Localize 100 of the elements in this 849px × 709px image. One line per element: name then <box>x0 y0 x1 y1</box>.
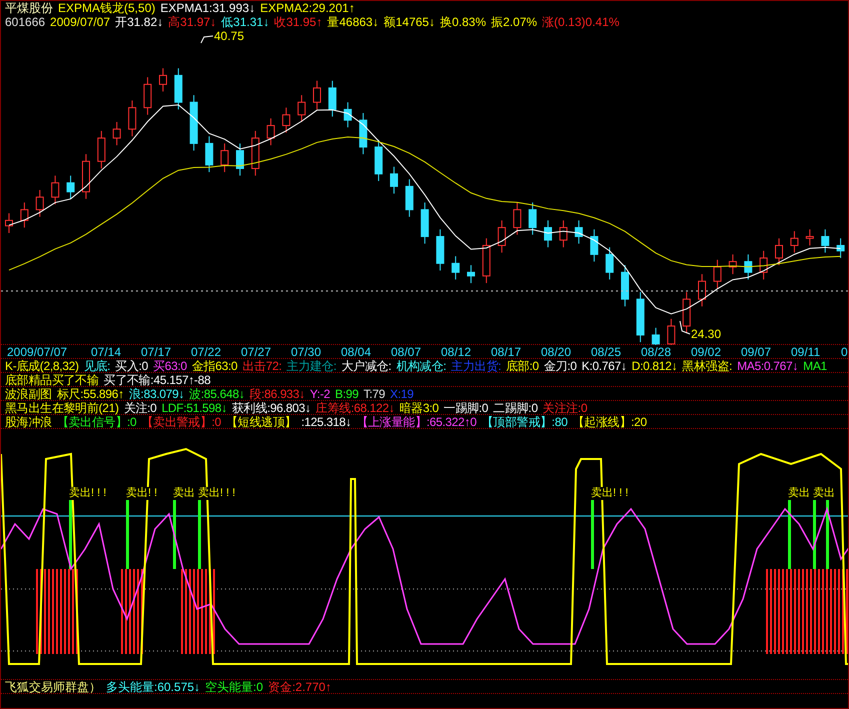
candlestick <box>713 259 722 289</box>
indicator-value: 主力建仓: <box>286 359 336 372</box>
candlestick <box>20 202 28 228</box>
indicator-value: 段:86.933↓ <box>250 387 305 400</box>
indicator-value: B:99 <box>335 387 359 400</box>
candlestick <box>359 112 368 155</box>
candlestick <box>728 254 737 275</box>
high-price-label: 40.75 <box>214 29 244 43</box>
indicator-value: 【卖出信号】:0 <box>56 415 136 428</box>
indicator-value: 股海冲浪 <box>5 415 52 428</box>
date-label: 09/02 <box>691 345 722 359</box>
indicator-value: 关注:0 <box>124 401 157 414</box>
candlestick <box>482 238 490 284</box>
candlestick <box>205 136 214 173</box>
candlestick <box>836 238 845 258</box>
date-label: 07/14 <box>91 345 122 359</box>
indicator-value: 金刀:0 <box>544 359 577 372</box>
candlestick <box>498 220 506 254</box>
indicator-value: 买63:0 <box>153 359 187 372</box>
sell-signal-label: 卖出! ! <box>126 487 158 500</box>
indicator-value: 大户减仓: <box>341 359 392 372</box>
candlestick <box>682 292 691 334</box>
indicator-value: 换0.83% <box>440 15 486 29</box>
candlestick <box>128 100 136 137</box>
indicator-value: 底部精品买了不输 <box>5 373 99 386</box>
candlestick <box>467 264 475 284</box>
sell-signal-label: 卖出! ! ! <box>591 487 628 500</box>
candlestick <box>513 202 522 236</box>
indicator-value: 买了不输:45.157↑-88 <box>104 373 210 386</box>
candlestick <box>559 220 568 248</box>
indicator-value: 暗器3:0 <box>399 401 439 414</box>
candlestick <box>374 139 383 182</box>
candlestick <box>220 142 229 173</box>
candlestick <box>66 175 75 200</box>
candlestick <box>775 238 783 266</box>
date-label: 09/11 <box>791 345 820 359</box>
indicator-value: 高31.97↓ <box>168 15 216 29</box>
candlestick <box>282 107 290 134</box>
candlestick <box>251 130 260 176</box>
indicator-value: 黑马出生在黎明前(21) <box>5 401 119 414</box>
candlestick <box>313 80 321 110</box>
candlestick <box>744 254 752 280</box>
indicator-value: 机构减仓: <box>396 359 446 372</box>
indicator-value: 601666 <box>5 15 46 29</box>
candlestick <box>174 68 182 110</box>
indicator-value: 开31.82↓ <box>115 15 164 29</box>
candlestick <box>636 292 644 343</box>
candlestick <box>652 327 660 345</box>
candlestick <box>5 212 13 234</box>
leader-line <box>680 320 690 334</box>
sell-signal-label: 卖出 <box>173 487 195 500</box>
candlestick <box>390 166 398 194</box>
indicator-value: 【起涨线】:20 <box>572 415 647 428</box>
indicator-value: 资金:2.770↑ <box>268 680 332 693</box>
candlestick <box>590 228 598 262</box>
indicator-value: 一踢脚:0 <box>444 401 488 414</box>
date-label: 09/07 <box>741 345 772 359</box>
indicator-value: 浪:83.079↓ <box>128 387 184 400</box>
candlestick <box>528 202 537 236</box>
indicator-value: 平煤股份 <box>5 1 53 15</box>
candlestick <box>621 264 629 307</box>
candlestick <box>698 274 706 307</box>
candlestick <box>266 118 275 146</box>
indicator-value: K-底成(2,8,32) <box>5 359 79 372</box>
candlestick <box>328 80 336 118</box>
indicator-value: EXPMA钱龙(5,50) <box>58 1 156 15</box>
date-label: 07/17 <box>141 345 172 359</box>
indicator-value: D:0.812↓ <box>632 359 678 372</box>
candlestick <box>574 220 583 244</box>
indicator-value: T:79 <box>364 387 386 400</box>
indicator-value: 空头能量:0 <box>205 680 264 693</box>
date-label: 08/12 <box>441 345 472 359</box>
indicator-value: 低31.31↓ <box>221 15 270 29</box>
sell-signal-label: 卖出! ! ! <box>69 487 106 500</box>
candlestick <box>667 318 676 345</box>
indicator-value: 黑林强盗: <box>682 359 732 372</box>
indicator-value: LDF:51.598↓ <box>162 401 227 414</box>
indicator-value: 关注注:0 <box>542 401 588 414</box>
indicator-value: 主力出货: <box>451 359 501 372</box>
indicator-value: 2009/07/07 <box>50 15 110 29</box>
candlestick <box>298 94 306 122</box>
indicator-value: 量46863↓ <box>327 15 379 29</box>
indicator-value: :125.318↓ <box>301 415 352 428</box>
candlestick <box>806 228 814 246</box>
indicator-value: Y:-2 <box>310 387 330 400</box>
indicator-value: 标尺:55.896↑ <box>56 387 124 400</box>
date-label: 0 <box>841 345 848 359</box>
candlestick <box>144 76 152 116</box>
indicator-value: 金指63:0 <box>192 359 238 372</box>
candlestick <box>82 154 90 200</box>
indicator-value: 出击72: <box>242 359 282 372</box>
indicator-value: 额14765↓ <box>384 15 435 29</box>
date-label: 08/20 <box>541 345 572 359</box>
indicator-value: 【顶部警戒】:80 <box>481 415 568 428</box>
indicator-value: 收31.95↑ <box>274 15 322 29</box>
candlestick <box>236 142 244 176</box>
leader-line <box>200 36 214 44</box>
sell-signal-label: 卖出! ! ! <box>198 487 236 500</box>
indicator-value: 涨(0.13)0.41% <box>542 15 620 29</box>
indicator-value: 获利线:96.803↓ <box>232 401 311 414</box>
